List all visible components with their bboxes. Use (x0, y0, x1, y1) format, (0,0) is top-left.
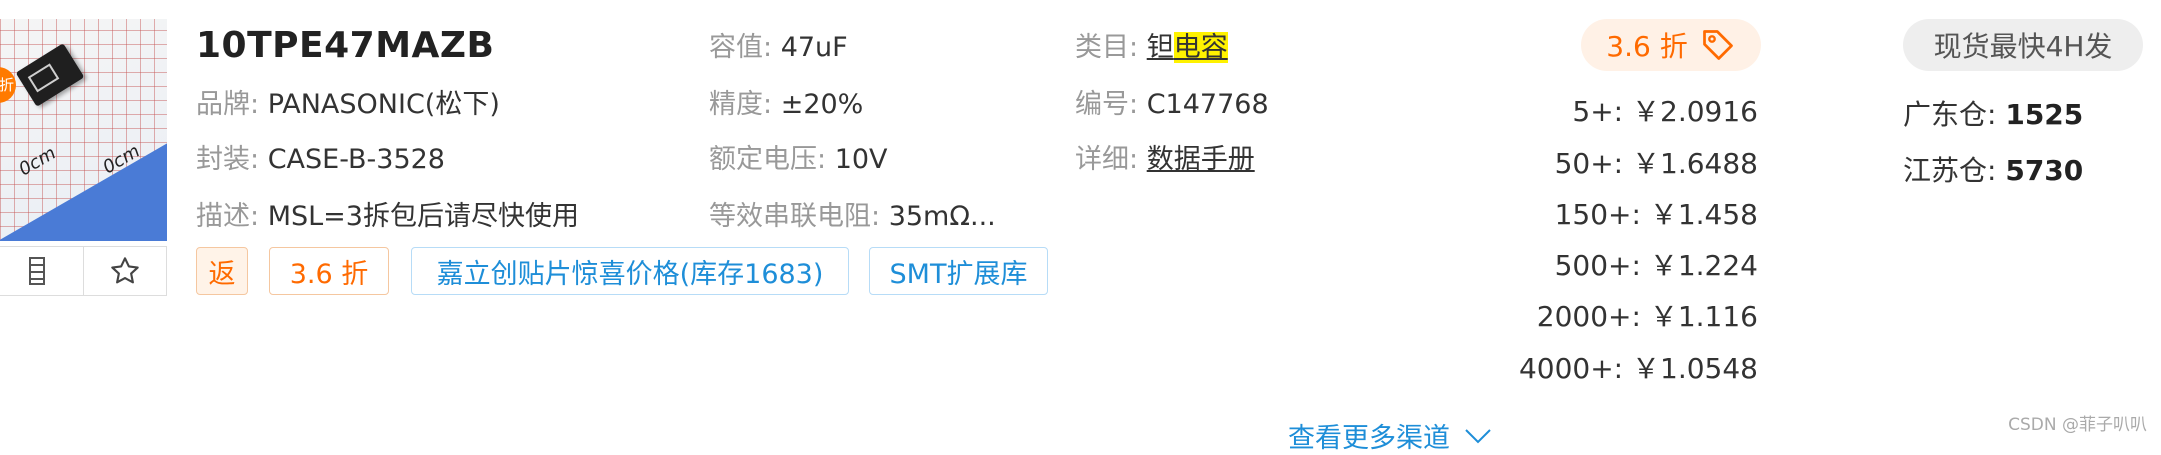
product-image[interactable]: 0cm 0cm 折 (0, 19, 167, 241)
price-tier: 500+: ￥1.224 (1555, 244, 1758, 284)
compare-icon (29, 257, 46, 285)
price-tier: 50+: ￥1.6488 (1555, 142, 1758, 182)
category-prefix: 钽 (1146, 32, 1174, 63)
esr-field: 等效串联电阻: 35mΩ... (709, 194, 996, 233)
category-link[interactable]: 钽电容 (1147, 32, 1228, 63)
esr-value: 35mΩ... (888, 201, 996, 232)
rebate-tag[interactable]: 返 (196, 247, 248, 295)
chevron-down-icon (1465, 428, 1491, 443)
price-tier: 150+: ￥1.458 (1555, 193, 1758, 233)
category-field: 类目: 钽电容 (1075, 25, 1228, 64)
price-tier-price: ￥2.0916 (1632, 95, 1758, 128)
brand-label: 品牌: (196, 89, 260, 120)
detail-field: 详细: 数据手册 (1075, 137, 1255, 176)
jiangsu-stock: 江苏仓: 5730 (1903, 149, 2083, 189)
esr-label: 等效串联电阻: (709, 201, 881, 232)
image-ruler-text: 0cm (15, 142, 60, 181)
description-label: 描述: (196, 201, 260, 232)
package-field: 封装: CASE-B-3528 (196, 137, 445, 176)
price-discount-badge[interactable]: 3.6 折 (1581, 19, 1761, 71)
watermark: CSDN @菲子叭叭 (2008, 415, 2147, 435)
price-tier-qty: 2000+: (1536, 300, 1641, 333)
description-value: MSL=3拆包后请尽快使用 (267, 201, 579, 232)
price-tier-qty: 500+: (1554, 249, 1641, 282)
voltage-value: 10V (834, 144, 888, 175)
detail-label: 详细: (1075, 144, 1139, 175)
capacity-field: 容值: 47uF (709, 25, 848, 64)
more-channels-link[interactable]: 查看更多渠道 (1288, 416, 1492, 455)
voltage-field: 额定电压: 10V (709, 137, 888, 176)
smt-library-tag[interactable]: SMT扩展库 (869, 247, 1048, 295)
discount-tag[interactable]: 3.6 折 (269, 247, 389, 295)
jiangsu-stock-value: 5730 (2005, 154, 2084, 187)
code-value: C147768 (1146, 89, 1269, 120)
brand-value[interactable]: PANASONIC(松下) (268, 89, 500, 120)
price-tier-price: ￥1.0548 (1632, 352, 1758, 385)
fast-shipping-badge: 现货最快4H发 (1903, 19, 2143, 71)
description-field: 描述: MSL=3拆包后请尽快使用 (196, 194, 579, 233)
image-actions (0, 246, 167, 296)
promo-tag[interactable]: 嘉立创贴片惊喜价格(库存1683) (411, 247, 849, 295)
package-value: CASE-B-3528 (267, 144, 445, 175)
voltage-label: 额定电压: (709, 144, 827, 175)
product-title[interactable]: 10TPE47MAZB (196, 25, 494, 66)
code-label: 编号: (1075, 89, 1139, 120)
package-label: 封装: (196, 144, 260, 175)
tolerance-value: ±20% (780, 89, 864, 120)
capacity-label: 容值: (709, 32, 773, 63)
guangdong-stock: 广东仓: 1525 (1903, 93, 2083, 133)
price-tier: 2000+: ￥1.116 (1537, 295, 1758, 335)
price-tier-price: ￥1.6488 (1632, 147, 1758, 180)
price-tier-qty: 150+: (1554, 198, 1641, 231)
guangdong-stock-label: 广东仓: (1903, 98, 1997, 131)
price-tag-icon (1702, 30, 1733, 60)
price-tier: 4000+: ￥1.0548 (1519, 347, 1758, 387)
price-tier-qty: 50+: (1554, 147, 1624, 180)
brand-field: 品牌: PANASONIC(松下) (196, 82, 500, 121)
code-field: 编号: C147768 (1075, 82, 1269, 121)
price-tier-price: ￥1.116 (1649, 300, 1758, 333)
price-tier: 5+: ￥2.0916 (1572, 90, 1758, 130)
price-tier-qty: 5+: (1572, 95, 1624, 128)
price-tier-price: ￥1.458 (1649, 198, 1758, 231)
price-tier-price: ￥1.224 (1649, 249, 1758, 282)
image-background-band (0, 130, 167, 241)
jiangsu-stock-label: 江苏仓: (1903, 154, 1997, 187)
favorite-button[interactable] (82, 247, 167, 295)
image-discount-tag: 折 (0, 67, 16, 103)
tolerance-field: 精度: ±20% (709, 82, 863, 121)
price-tier-qty: 4000+: (1518, 352, 1624, 385)
capacity-value: 47uF (780, 32, 848, 63)
datasheet-link[interactable]: 数据手册 (1147, 144, 1255, 175)
star-icon (111, 257, 139, 284)
tolerance-label: 精度: (709, 89, 773, 120)
compare-button[interactable] (0, 247, 83, 295)
category-label: 类目: (1075, 32, 1139, 63)
capacitor-chip-graphic (15, 43, 85, 107)
guangdong-stock-value: 1525 (2005, 98, 2084, 131)
more-channels-label: 查看更多渠道 (1288, 423, 1450, 454)
price-discount-label: 3.6 折 (1606, 30, 1688, 63)
category-highlight: 电容 (1173, 32, 1228, 63)
